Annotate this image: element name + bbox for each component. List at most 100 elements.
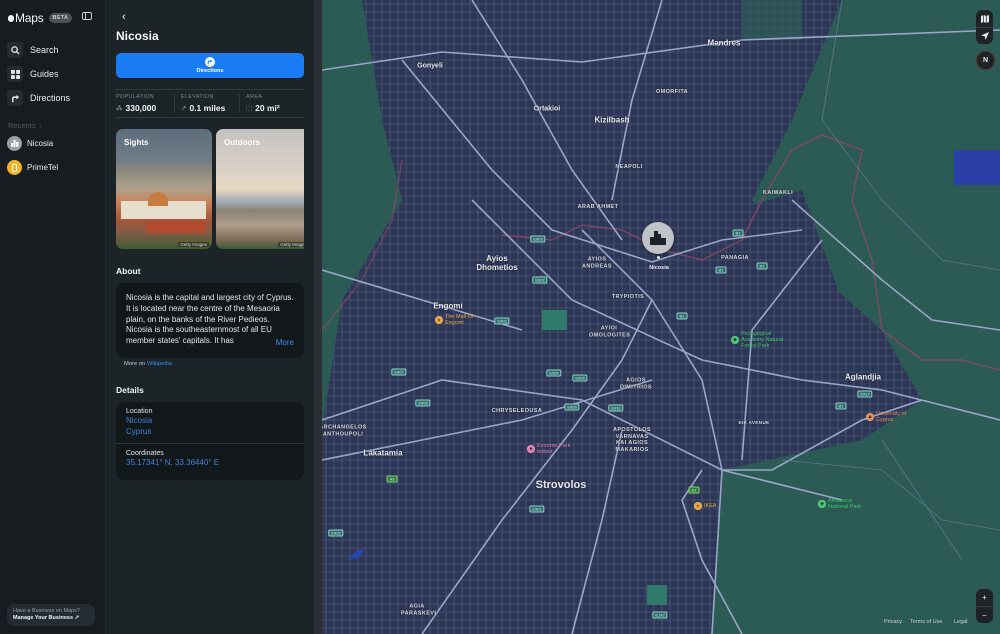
privacy-link[interactable]: Privacy [884,619,902,625]
sidebar-item-search[interactable]: Search [7,38,99,62]
back-chevron-icon[interactable]: ‹ [122,11,126,23]
route-shield: E917 [857,390,873,398]
map-label-panagia[interactable]: PANAGIA [721,255,749,262]
map-label-ayios-andreas[interactable]: AYIOS ANDREAS [582,257,612,270]
pin-label[interactable]: Nicosia [649,265,669,271]
selected-place-pin[interactable] [642,222,674,254]
map-label-strovolos[interactable]: Strovolos [536,479,587,491]
map-label-ayioi-omologites[interactable]: AYIOI OMOLOGITES [589,326,630,339]
panel-resize-handle[interactable] [314,0,322,634]
location-link-city[interactable]: Nicosia [126,415,294,426]
route-shield: E908 [415,399,431,407]
zoom-in-button[interactable]: + [976,589,993,606]
recent-label: Nicosia [27,139,54,148]
park [542,310,567,330]
route-shield: E907 [391,368,407,376]
solar-field [954,150,1000,185]
shopping-bag-icon: ◒ [694,502,702,510]
poi-athalassa-national-park[interactable]: ♣ Athalassa National Park [818,498,868,510]
map-label-trypiotis[interactable]: TRYPIOTIS [612,294,644,301]
map-label-eik-avenue: EIK AVENUE [738,419,770,425]
map-label-gonyeli[interactable]: Gonyeli [417,63,443,70]
route-shield: E910 [608,404,624,412]
locate-me-button[interactable] [976,27,993,44]
map-controls-top [976,10,993,44]
photo-credit: Getty Images [178,242,209,247]
phone-store-icon [7,160,22,175]
map-label-apostolos-varnavas[interactable]: APOSTOLOS VARNAVAS KAI AGIOS MAKARIOS [611,427,653,453]
guide-card-outdoors[interactable]: Outdoors Getty Images [216,129,304,249]
map-label-agios-dimitrios[interactable]: AGIOS DIMITRIOS [618,378,654,391]
city-skyline-icon [650,231,666,245]
map-label-mandres[interactable]: Mandres [708,39,741,48]
place-stats: POPULATION ⁂ 330,000 ELEVATION ↗ 0.1 miles… [116,89,304,118]
area-square-icon: ⬚ [246,105,253,112]
zoom-out-button[interactable]: − [976,606,993,623]
elevation-arrow-icon: ↗ [181,105,187,112]
directions-label: Directions [196,68,224,74]
location-link-country[interactable]: Cyprus [126,426,294,437]
photo-credit: Getty Images [278,242,304,247]
about-heading: About [116,266,141,276]
beta-badge: BETA [48,13,73,23]
toggle-sidebar-icon[interactable] [82,12,92,20]
map-label-aglandjia[interactable]: Aglandjia [845,373,881,382]
details-heading: Details [116,385,144,395]
legal-link[interactable]: Legal [954,619,967,625]
wikipedia-link[interactable]: Wikipedia [147,361,172,367]
map-icon [980,14,989,23]
map-label-ortakioi[interactable]: Ortakioi [534,106,560,113]
directions-button[interactable]: Directions [116,53,304,78]
map-mode-button[interactable] [976,10,993,27]
sidebar-item-directions[interactable]: Directions [7,86,99,110]
guide-card-label: Outdoors [224,138,260,147]
poi-label: Pedagogical Academy Natural Forest Park [741,331,784,349]
compass-button[interactable]: N [976,51,995,70]
map-label-arab-ahmet[interactable]: ARAB AHMET [578,204,619,211]
map-canvas[interactable]: Mandres Gonyeli Ortakioi Kizilbash OMORF… [322,0,1000,634]
map-label-kizilbash[interactable]: Kizilbash [594,116,629,125]
sidebar-item-label: Search [30,45,59,55]
guide-card-label: Sights [124,138,149,147]
route-shield: B1 [676,312,688,320]
sidebar-item-label: Guides [30,69,59,79]
manage-business-button[interactable]: Have a Business on Maps? Manage Your Bus… [7,604,95,626]
terms-of-use-link[interactable]: Terms of Use [910,619,942,625]
poi-ikea[interactable]: ◒ IKEA [694,502,717,510]
stat-elevation: ELEVATION ↗ 0.1 miles [174,94,239,113]
map-label-agia-paraskevi[interactable]: AGIA PARASKEVI [401,604,436,617]
route-shield: B1 [715,266,727,274]
poi-extreme-park[interactable]: ● Extreme Park Indoor [527,443,571,455]
map-label-neapoli[interactable]: NEAPOLI [615,164,642,171]
business-prompt: Have a Business on Maps? [13,608,80,614]
directions-icon [205,57,215,67]
poi-pedagogical-forest-park[interactable]: ♣ Pedagogical Academy Natural Forest Par… [731,331,793,349]
recent-item-primetel[interactable]: PrimeTel [7,160,58,175]
route-shield: E901 [529,505,545,513]
recents-header[interactable]: Recents › [8,121,42,130]
place-panel: ‹ Nicosia Directions POPULATION ⁂ 330,000… [106,0,314,634]
detail-key: Coordinates [126,450,164,457]
graduation-cap-icon: ▲ [866,413,874,421]
map-label-omorfita[interactable]: OMORFITA [656,89,688,96]
map-label-lakatamia[interactable]: Lakatamia [363,449,402,458]
guide-card-sights[interactable]: Sights Getty Images [116,129,212,249]
route-shield: A9 [386,475,398,483]
details-card: Location Nicosia Cyprus Coordinates 35.1… [116,402,304,480]
recent-item-nicosia[interactable]: Nicosia [7,136,53,151]
poi-label: IKEA [704,503,717,509]
map-label-chryseleousa[interactable]: CHRYSELEOUSA [492,408,542,415]
sidebar-nav: Search Guides Directions [7,38,99,110]
poi-mall-of-engomi[interactable]: ◒ The Mall Of Engomi [435,314,479,326]
route-shield: E142 [652,611,668,619]
sidebar-item-guides[interactable]: Guides [7,62,99,86]
poi-university-of-cyprus[interactable]: ▲ University of Cyprus [866,411,910,423]
map-label-engomi[interactable]: Engomi [433,302,462,311]
recent-label: PrimeTel [27,163,59,172]
coordinates-link[interactable]: 35.17341° N, 33.36440° E [126,457,294,468]
about-more-link[interactable]: More [257,338,294,347]
detail-key: Location [126,408,153,415]
map-label-kaimakli[interactable]: KAIMAKLI [763,190,793,197]
map-label-archangelos[interactable]: ARCHANGELOS ANTHOUPOLI [322,425,367,438]
map-label-ayios-dhometios[interactable]: Ayios Dhometios [473,254,521,272]
